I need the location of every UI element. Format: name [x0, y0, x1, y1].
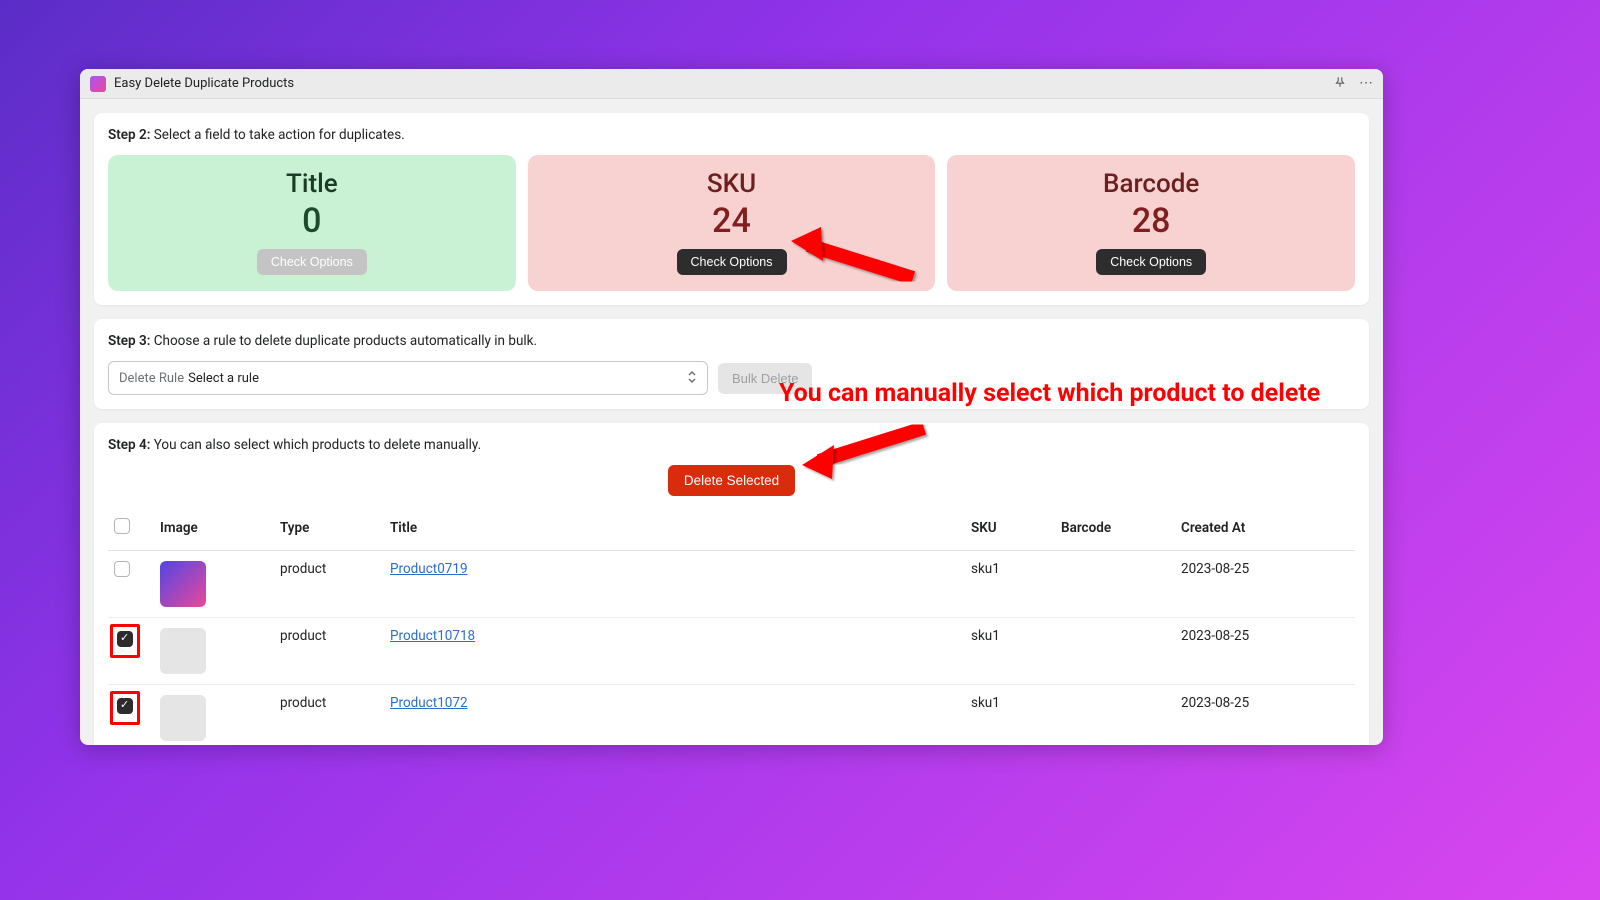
pin-icon[interactable]: [1333, 75, 1347, 93]
row-sku: sku1: [965, 551, 1055, 618]
callout-text: You can manually select which product to…: [779, 379, 1320, 408]
select-all-checkbox[interactable]: [114, 518, 130, 534]
row-type: product: [274, 551, 384, 618]
product-link[interactable]: Product10718: [390, 628, 475, 644]
app-icon: [90, 76, 106, 92]
col-sku: SKU: [965, 510, 1055, 551]
tile-title: Title: [120, 169, 504, 199]
product-thumbnail: [160, 628, 206, 674]
row-type: product: [274, 618, 384, 685]
row-barcode: [1055, 618, 1175, 685]
product-link[interactable]: Product1072: [390, 695, 468, 711]
callout-arrow-2: [794, 413, 934, 483]
delete-rule-select[interactable]: Delete Rule Select a rule: [108, 361, 708, 395]
row-checkbox[interactable]: [117, 631, 133, 647]
tile-count: 0: [120, 201, 504, 241]
col-barcode: Barcode: [1055, 510, 1175, 551]
step2-label: Step 2: Select a field to take action fo…: [108, 127, 1355, 143]
delete-selected-button[interactable]: Delete Selected: [668, 465, 795, 496]
col-title: Title: [384, 510, 965, 551]
row-barcode: [1055, 685, 1175, 746]
step4-label: Step 4: You can also select which produc…: [108, 437, 1355, 453]
table-row: product Product10718 sku1 2023-08-25: [108, 618, 1355, 685]
row-checkbox[interactable]: [117, 698, 133, 714]
step2-card: Step 2: Select a field to take action fo…: [94, 113, 1369, 305]
product-thumbnail: [160, 695, 206, 741]
tile-title: SKU: [540, 169, 924, 199]
products-table: Image Type Title SKU Barcode Created At …: [108, 510, 1355, 745]
check-options-button[interactable]: Check Options: [1096, 249, 1206, 275]
row-created: 2023-08-25: [1175, 685, 1355, 746]
title-bar: Easy Delete Duplicate Products ⋯: [80, 69, 1383, 99]
tile-title: Barcode: [959, 169, 1343, 199]
tile-barcode: Barcode28 Check Options: [947, 155, 1355, 291]
step3-label: Step 3: Choose a rule to delete duplicat…: [108, 333, 1355, 349]
product-thumbnail: [160, 561, 206, 607]
check-options-button[interactable]: Check Options: [677, 249, 787, 275]
table-row: product Product1072 sku1 2023-08-25: [108, 685, 1355, 746]
app-title: Easy Delete Duplicate Products: [114, 76, 294, 91]
product-link[interactable]: Product0719: [390, 561, 468, 577]
col-type: Type: [274, 510, 384, 551]
chevron-updown-icon: [687, 370, 697, 386]
col-image: Image: [154, 510, 274, 551]
more-icon[interactable]: ⋯: [1359, 75, 1373, 93]
row-sku: sku1: [965, 618, 1055, 685]
row-created: 2023-08-25: [1175, 551, 1355, 618]
col-created: Created At: [1175, 510, 1355, 551]
step4-card: Step 4: You can also select which produc…: [94, 423, 1369, 745]
tile-count: 28: [959, 201, 1343, 241]
row-type: product: [274, 685, 384, 746]
row-barcode: [1055, 551, 1175, 618]
callout-arrow-1: [783, 223, 923, 293]
check-options-button: Check Options: [257, 249, 367, 275]
table-row: product Product0719 sku1 2023-08-25: [108, 551, 1355, 618]
row-created: 2023-08-25: [1175, 618, 1355, 685]
tile-title: Title0 Check Options: [108, 155, 516, 291]
row-checkbox[interactable]: [114, 561, 130, 577]
row-sku: sku1: [965, 685, 1055, 746]
